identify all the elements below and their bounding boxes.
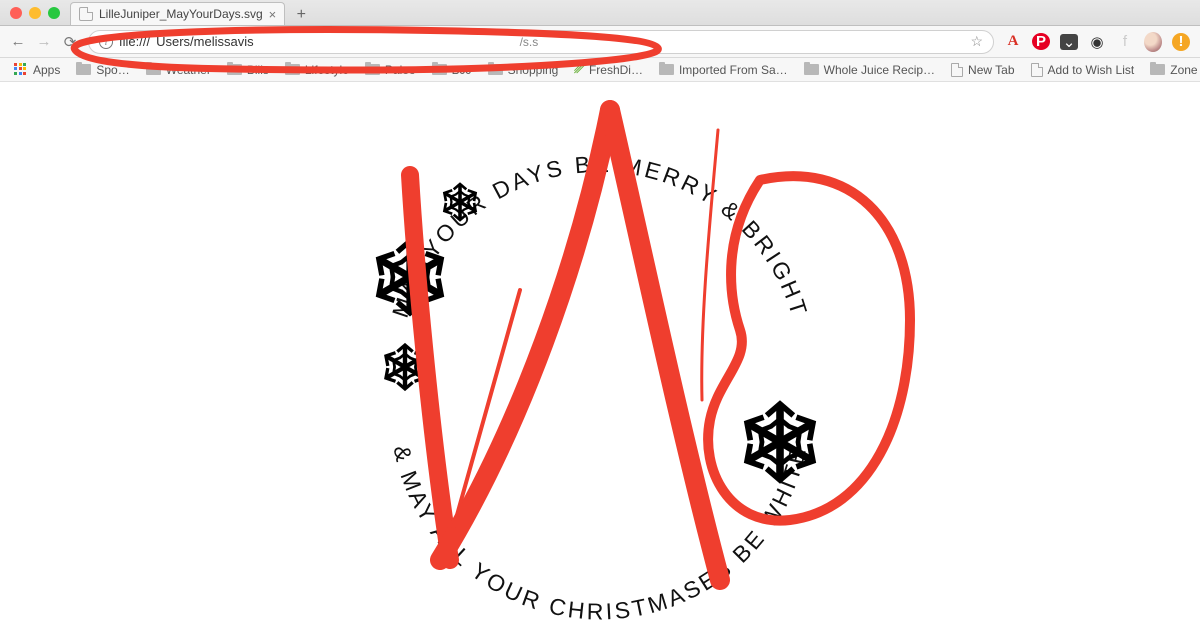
folder-icon (659, 64, 674, 75)
save-extension-icon[interactable]: ⌄ (1060, 34, 1078, 50)
address-bar[interactable]: i file:/// Users/melissavis /s.s ☆ (88, 30, 994, 54)
folder-icon (488, 64, 503, 75)
site-info-icon[interactable]: i (99, 35, 113, 49)
extension-a-icon[interactable]: A (1004, 33, 1022, 50)
page-viewport: MAY YOUR DAYS BE MERRY & BRIGHT & MAY AL… (0, 82, 1200, 630)
folder-icon (227, 64, 242, 75)
tab-title: LilleJuniper_MayYourDays.svg (99, 7, 263, 21)
reload-button[interactable]: ⟳ (62, 33, 78, 51)
folder-icon (804, 64, 819, 75)
profile-avatar[interactable] (1144, 32, 1162, 52)
bookmark-site[interactable]: ␥FreshDi… (568, 60, 649, 79)
facebook-icon[interactable]: f (1116, 33, 1134, 50)
apps-shortcut[interactable]: Apps (8, 61, 66, 79)
folder-icon (365, 64, 380, 75)
bookmark-folder[interactable]: Bills (221, 61, 275, 79)
folder-icon (1150, 64, 1165, 75)
extension-icons: A P ⌄ ◉ f ! (1004, 32, 1190, 52)
folder-icon (146, 64, 161, 75)
folder-icon (76, 64, 91, 75)
browser-tab[interactable]: LilleJuniper_MayYourDays.svg × (70, 2, 285, 25)
bookmark-folder[interactable]: Shopping (482, 61, 565, 79)
url-scheme: file:/// (119, 34, 150, 49)
bookmark-page[interactable]: New Tab (945, 61, 1020, 79)
back-button[interactable]: ← (10, 33, 26, 50)
snowflake-icon (740, 404, 819, 480)
bottom-arc-text: & MAY ALL YOUR CHRISTMASES BE WHITE (388, 443, 811, 625)
new-tab-button[interactable]: + (289, 5, 313, 25)
freshdirect-icon: ␥ (574, 62, 584, 77)
url-truncated: /s.s (520, 35, 539, 49)
bookmark-folder[interactable]: Zone (1144, 61, 1200, 79)
bookmark-folder[interactable]: Spo… (70, 61, 135, 79)
bookmarks-bar: Apps Spo… Weather Bills Lifestyle Paleo … (0, 58, 1200, 82)
file-icon (79, 7, 93, 21)
bookmark-star-icon[interactable]: ☆ (970, 33, 983, 50)
bookmark-folder[interactable]: BJJ (426, 61, 478, 79)
camera-extension-icon[interactable]: ◉ (1088, 33, 1106, 51)
pinterest-icon[interactable]: P (1032, 33, 1050, 50)
window-controls (10, 7, 60, 19)
alert-badge-icon[interactable]: ! (1172, 33, 1190, 51)
forward-button[interactable]: → (36, 33, 52, 50)
bookmark-folder[interactable]: Imported From Sa… (653, 61, 794, 79)
bookmark-folder[interactable]: Lifestyle (279, 61, 355, 79)
folder-icon (285, 64, 300, 75)
bookmark-page[interactable]: Add to Wish List (1025, 61, 1141, 79)
folder-icon (432, 64, 447, 75)
close-window-button[interactable] (10, 7, 22, 19)
close-tab-button[interactable]: × (269, 7, 277, 22)
apps-grid-icon (14, 63, 28, 77)
bookmark-folder[interactable]: Whole Juice Recip… (798, 61, 941, 79)
svg-image: MAY YOUR DAYS BE MERRY & BRIGHT & MAY AL… (320, 82, 880, 630)
bookmark-folder[interactable]: Paleo (359, 61, 422, 79)
tab-strip: LilleJuniper_MayYourDays.svg × + (0, 0, 1200, 26)
top-arc-text: MAY YOUR DAYS BE MERRY & BRIGHT (387, 151, 813, 321)
apps-label: Apps (33, 63, 60, 77)
url-path: Users/melissavis (156, 34, 254, 49)
snowflake-icon (382, 345, 428, 389)
zoom-window-button[interactable] (48, 7, 60, 19)
bookmark-folder[interactable]: Weather (140, 61, 217, 79)
browser-toolbar: ← → ⟳ i file:///Users/melissavis /s.s ☆ … (0, 26, 1200, 58)
page-icon (1031, 63, 1043, 77)
page-icon (951, 63, 963, 77)
minimize-window-button[interactable] (29, 7, 41, 19)
